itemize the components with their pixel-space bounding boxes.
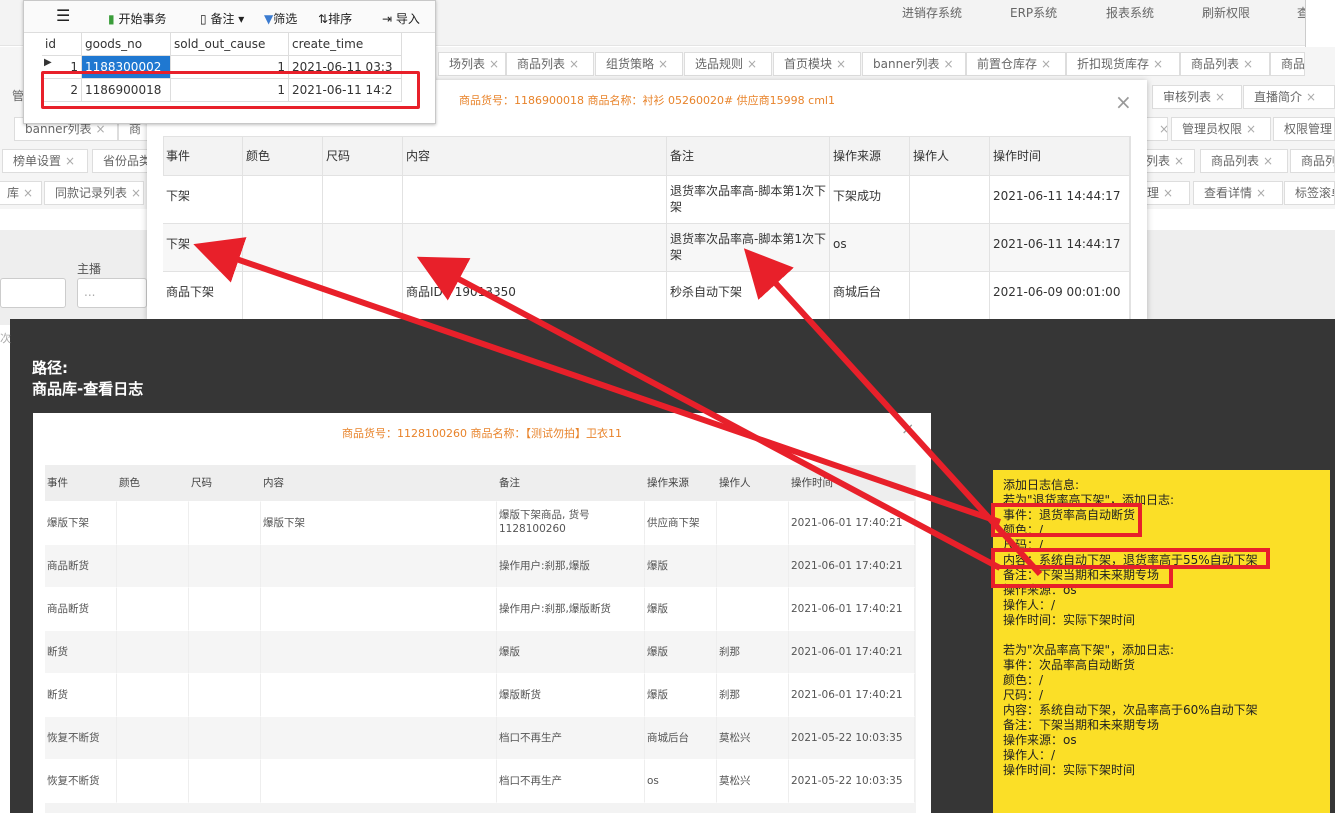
arrow-note — [743, 248, 1043, 577]
highlight-event-box — [991, 503, 1142, 537]
arrow-event — [193, 237, 1001, 525]
arrow-content — [416, 256, 1002, 571]
annotation-layer — [193, 237, 1270, 588]
highlight-note-box — [991, 565, 1173, 588]
